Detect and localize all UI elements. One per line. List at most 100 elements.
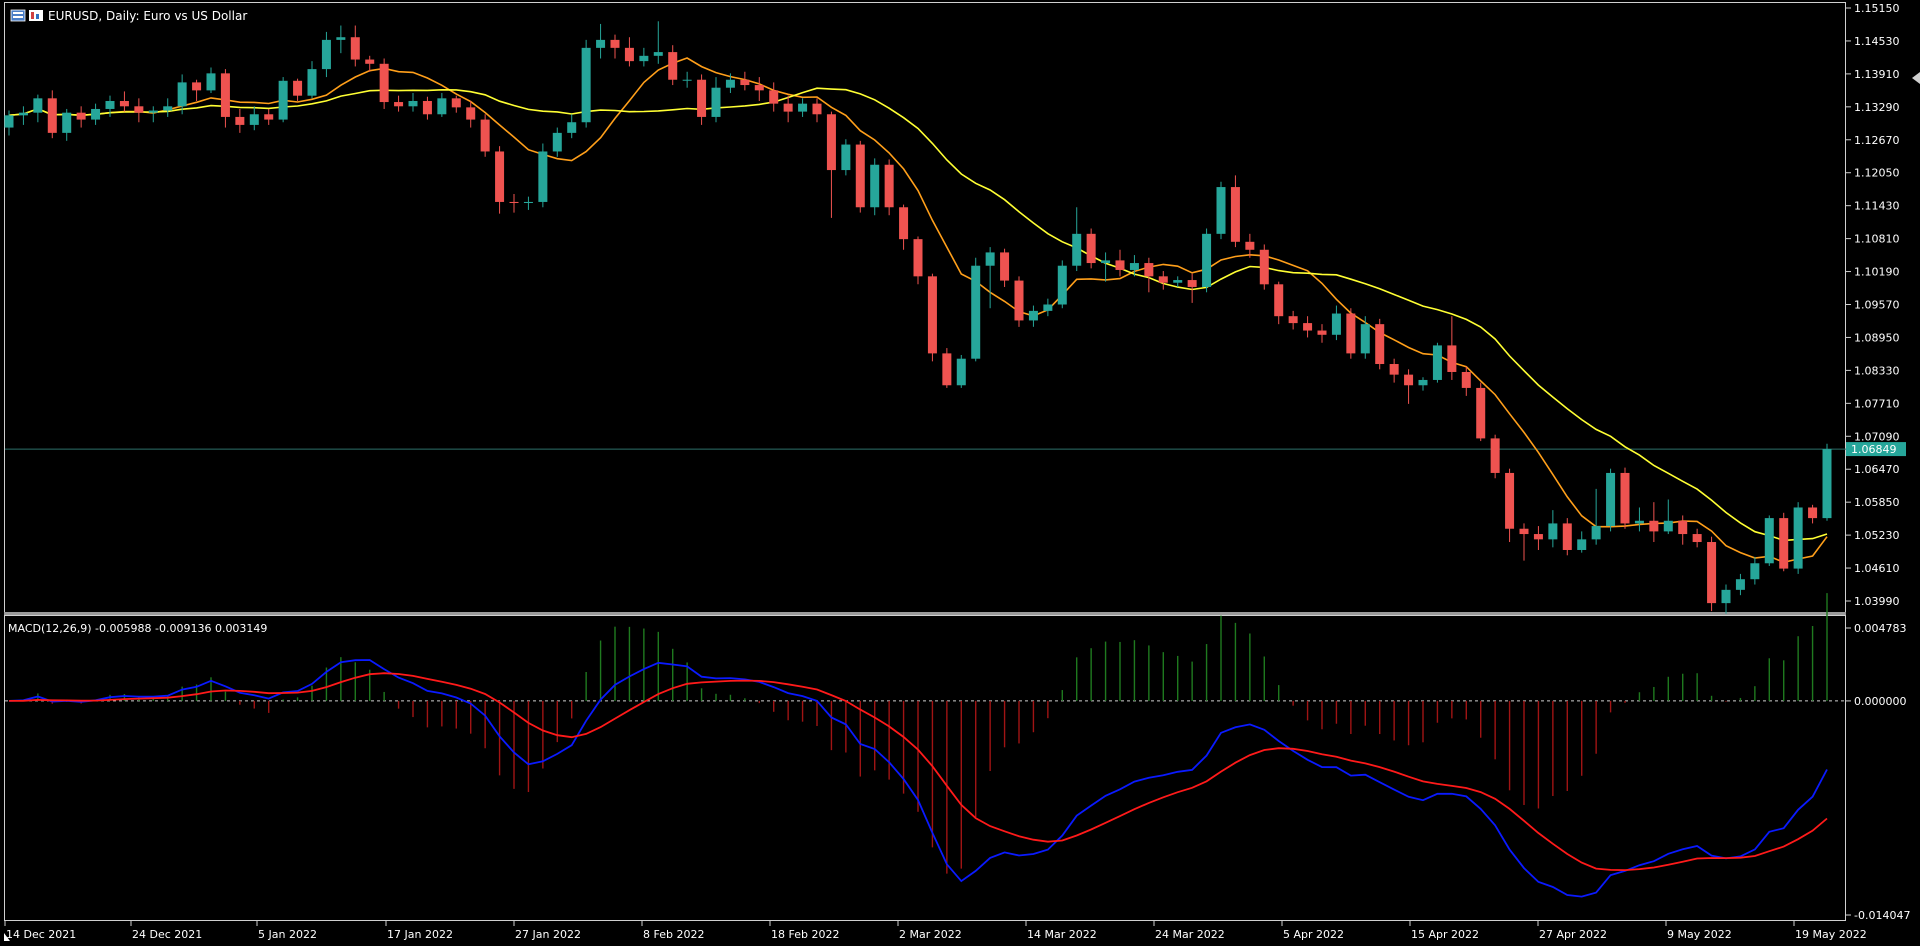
- candle: [870, 158, 880, 216]
- candle: [1692, 528, 1702, 548]
- candle: [394, 95, 404, 112]
- price-tick-label: 1.12670: [1854, 134, 1900, 147]
- shift-marker[interactable]: [1912, 72, 1920, 84]
- candle: [1634, 507, 1644, 532]
- time-tick-label: 14 Dec 2021: [6, 928, 76, 941]
- candle: [1404, 369, 1414, 404]
- candle: [1043, 298, 1053, 317]
- candle: [1057, 260, 1067, 309]
- candle: [235, 108, 245, 133]
- candle: [220, 69, 230, 128]
- candle: [1000, 248, 1010, 287]
- candle: [682, 71, 692, 88]
- candle: [711, 77, 721, 123]
- candle: [855, 140, 865, 213]
- price-tick-label: 1.14530: [1854, 35, 1900, 48]
- candle: [1259, 244, 1269, 290]
- candle: [1274, 281, 1284, 325]
- candle: [1505, 468, 1515, 543]
- candle: [1620, 467, 1630, 529]
- candle: [1822, 443, 1832, 521]
- candle: [1490, 434, 1500, 479]
- chart-window-icon[interactable]: [10, 9, 26, 22]
- candle: [1317, 324, 1327, 343]
- candle: [192, 79, 202, 101]
- time-tick-label: 8 Feb 2022: [643, 928, 704, 941]
- candle: [523, 196, 533, 210]
- price-tick-label: 1.13290: [1854, 101, 1900, 114]
- candle: [33, 94, 43, 123]
- candle: [610, 34, 620, 59]
- price-tick-label: 1.05850: [1854, 496, 1900, 509]
- candle: [408, 93, 418, 112]
- time-tick-label: 19 May 2022: [1795, 928, 1867, 941]
- candle: [1216, 181, 1226, 240]
- candle: [134, 98, 144, 123]
- time-tick-label: 17 Jan 2022: [387, 928, 453, 941]
- time-tick-label: 24 Mar 2022: [1155, 928, 1225, 941]
- separator[interactable]: [4, 612, 1846, 615]
- candle: [596, 23, 606, 59]
- candle: [653, 21, 663, 64]
- candle: [884, 159, 894, 216]
- price-tick-label: 1.11430: [1854, 200, 1900, 213]
- candle: [422, 96, 432, 120]
- candle: [1360, 316, 1370, 359]
- candle: [1144, 257, 1154, 293]
- time-tick-label: 27 Jan 2022: [515, 928, 581, 941]
- time-tick-label: 9 May 2022: [1667, 928, 1732, 941]
- candle: [754, 77, 764, 101]
- candle: [1707, 536, 1717, 612]
- candle: [956, 354, 966, 388]
- candle: [1014, 276, 1024, 327]
- candle: [798, 98, 808, 117]
- candle: [783, 95, 793, 123]
- price-tick-label: 1.09570: [1854, 299, 1900, 312]
- time-tick-label: 18 Feb 2022: [771, 928, 839, 941]
- candle: [942, 348, 952, 388]
- candle: [1649, 502, 1659, 543]
- candle: [148, 106, 158, 123]
- candle: [538, 143, 548, 208]
- price-axis[interactable]: 1.15150 1.14530 1.13910 1.13290 1.12670 1.120…: [1846, 2, 1906, 608]
- candle: [1793, 502, 1803, 574]
- candle: [826, 111, 836, 218]
- candle: [1331, 305, 1341, 341]
- candle: [1028, 305, 1038, 327]
- candle: [1303, 316, 1313, 338]
- candle: [1562, 518, 1572, 556]
- time-axis[interactable]: 14 Dec 2021 24 Dec 2021 5 Jan 2022 17 Jan 2…: [4, 921, 1867, 941]
- candle: [971, 257, 981, 362]
- candle: [1461, 366, 1471, 396]
- candle: [697, 74, 707, 125]
- price-tick-label: 1.10190: [1854, 266, 1900, 279]
- candle: [639, 47, 649, 67]
- candle: [1115, 249, 1125, 277]
- candle: [1389, 358, 1399, 383]
- candle: [365, 55, 375, 72]
- macd-axis[interactable]: 0.004783 0.000000 -0.014047: [1846, 622, 1910, 922]
- trading-chart[interactable]: EURUSD, Daily: Euro vs US Dollar 1.15150…: [0, 0, 1920, 946]
- candle: [437, 93, 447, 117]
- macd-pane[interactable]: [4, 615, 1846, 921]
- candle: [1750, 556, 1760, 585]
- macd-label: MACD(12,26,9) -0.005988 -0.009136 0.0031…: [8, 622, 267, 635]
- candle: [1346, 308, 1356, 359]
- candle: [581, 39, 591, 128]
- candle: [18, 106, 28, 125]
- candle: [1678, 515, 1688, 545]
- macd-tick-label: 0.004783: [1854, 622, 1907, 635]
- candle: [1548, 510, 1558, 548]
- candle: [278, 77, 288, 123]
- chart-type-icon[interactable]: [29, 10, 43, 21]
- candle: [76, 106, 86, 128]
- candle: [1086, 228, 1096, 269]
- candle: [119, 91, 129, 112]
- price-tick-label: 1.03990: [1854, 595, 1900, 608]
- candle: [927, 273, 937, 362]
- time-tick-label: 27 Apr 2022: [1539, 928, 1607, 941]
- price-tick-label: 1.04610: [1854, 562, 1900, 575]
- price-tick-label: 1.10810: [1854, 233, 1900, 246]
- candle: [1173, 276, 1183, 287]
- candle: [1533, 526, 1543, 550]
